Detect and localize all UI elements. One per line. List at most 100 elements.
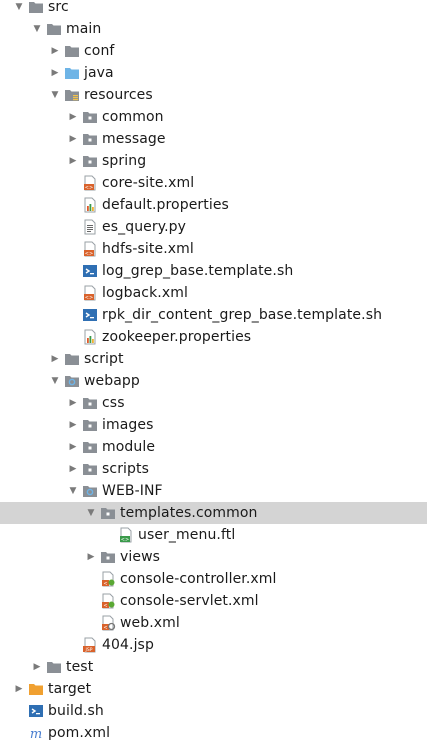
tree-item-console-servlet-xml[interactable]: < console-servlet.xml bbox=[0, 590, 427, 612]
folder-icon bbox=[64, 351, 80, 367]
tree-item-user-menu-ftl[interactable]: <> user_menu.ftl bbox=[0, 524, 427, 546]
tree-item-label: test bbox=[66, 659, 94, 675]
svg-text:<>: <> bbox=[85, 295, 93, 301]
tree-item-src[interactable]: ▼ src bbox=[0, 0, 427, 18]
expand-arrow-icon[interactable]: ▶ bbox=[48, 62, 62, 84]
spring-xml-icon: < bbox=[100, 571, 116, 587]
folder-icon bbox=[46, 659, 62, 675]
excluded-folder-icon bbox=[28, 681, 44, 697]
tree-item-label: zookeeper.properties bbox=[102, 329, 252, 345]
package-icon bbox=[82, 109, 98, 125]
tree-item-label: hdfs-site.xml bbox=[102, 241, 194, 257]
expand-arrow-icon[interactable]: ▶ bbox=[66, 128, 80, 150]
web-xml-icon: < bbox=[100, 615, 116, 631]
tree-item-conf[interactable]: ▶ conf bbox=[0, 40, 427, 62]
tree-item-build-sh[interactable]: build.sh bbox=[0, 700, 427, 722]
tree-item-log-grep-base-template-sh[interactable]: log_grep_base.template.sh bbox=[0, 260, 427, 282]
folder-icon bbox=[28, 0, 44, 15]
tree-item-pom-xml[interactable]: m pom.xml bbox=[0, 722, 427, 744]
tree-item-scripts[interactable]: ▶ scripts bbox=[0, 458, 427, 480]
tree-item-zookeeper-properties[interactable]: zookeeper.properties bbox=[0, 326, 427, 348]
source-folder-icon bbox=[64, 65, 80, 81]
collapse-arrow-icon[interactable]: ▼ bbox=[84, 502, 98, 524]
tree-item-common[interactable]: ▶ common bbox=[0, 106, 427, 128]
tree-item-target[interactable]: ▶ target bbox=[0, 678, 427, 700]
tree-item-web-inf[interactable]: ▼ WEB-INF bbox=[0, 480, 427, 502]
tree-item-404-jsp[interactable]: JSP 404.jsp bbox=[0, 634, 427, 656]
tree-item-label: target bbox=[48, 681, 92, 697]
collapse-arrow-icon[interactable]: ▼ bbox=[66, 480, 80, 502]
tree-item-images[interactable]: ▶ images bbox=[0, 414, 427, 436]
tree-item-main[interactable]: ▼ main bbox=[0, 18, 427, 40]
tree-item-script[interactable]: ▶ script bbox=[0, 348, 427, 370]
tree-item-views[interactable]: ▶ views bbox=[0, 546, 427, 568]
tree-item-test[interactable]: ▶ test bbox=[0, 656, 427, 678]
tree-item-label: console-controller.xml bbox=[120, 571, 277, 587]
svg-text:JSP: JSP bbox=[85, 647, 93, 653]
tree-item-hdfs-site-xml[interactable]: <> hdfs-site.xml bbox=[0, 238, 427, 260]
expand-arrow-icon[interactable]: ▶ bbox=[66, 392, 80, 414]
tree-item-label: rpk_dir_content_grep_base.template.sh bbox=[102, 307, 383, 323]
tree-item-label: spring bbox=[102, 153, 147, 169]
tree-item-label: pom.xml bbox=[48, 725, 111, 741]
tree-item-default-properties[interactable]: default.properties bbox=[0, 194, 427, 216]
tree-item-label: templates.common bbox=[120, 505, 258, 521]
collapse-arrow-icon[interactable]: ▼ bbox=[48, 84, 62, 106]
expand-arrow-icon[interactable]: ▶ bbox=[66, 436, 80, 458]
jsp-file-icon: JSP bbox=[82, 637, 98, 653]
tree-item-label: default.properties bbox=[102, 197, 229, 213]
svg-text:<: < bbox=[103, 603, 107, 609]
tree-item-label: logback.xml bbox=[102, 285, 188, 301]
tree-item-label: es_query.py bbox=[102, 219, 187, 235]
tree-item-label: build.sh bbox=[48, 703, 104, 719]
properties-file-icon bbox=[82, 329, 98, 345]
tree-item-label: src bbox=[48, 0, 69, 15]
tree-item-label: console-servlet.xml bbox=[120, 593, 259, 609]
expand-arrow-icon[interactable]: ▶ bbox=[12, 678, 26, 700]
package-icon bbox=[100, 505, 116, 521]
tree-item-core-site-xml[interactable]: <> core-site.xml bbox=[0, 172, 427, 194]
svg-text:<>: <> bbox=[121, 537, 129, 543]
tree-item-message[interactable]: ▶ message bbox=[0, 128, 427, 150]
tree-item-label: module bbox=[102, 439, 156, 455]
package-icon bbox=[82, 131, 98, 147]
tree-item-css[interactable]: ▶ css bbox=[0, 392, 427, 414]
expand-arrow-icon[interactable]: ▶ bbox=[30, 656, 44, 678]
collapse-arrow-icon[interactable]: ▼ bbox=[30, 18, 44, 40]
web-inf-folder-icon bbox=[82, 483, 98, 499]
folder-icon bbox=[46, 21, 62, 37]
collapse-arrow-icon[interactable]: ▼ bbox=[48, 370, 62, 392]
resources-folder-icon bbox=[64, 87, 80, 103]
tree-item-label: conf bbox=[84, 43, 115, 59]
maven-icon: m bbox=[28, 725, 44, 741]
package-icon bbox=[82, 417, 98, 433]
tree-item-rpk-dir-content-grep-base-template-sh[interactable]: rpk_dir_content_grep_base.template.sh bbox=[0, 304, 427, 326]
tree-item-label: message bbox=[102, 131, 166, 147]
tree-item-label: scripts bbox=[102, 461, 150, 477]
tree-item-spring[interactable]: ▶ spring bbox=[0, 150, 427, 172]
package-icon bbox=[82, 439, 98, 455]
expand-arrow-icon[interactable]: ▶ bbox=[66, 106, 80, 128]
expand-arrow-icon[interactable]: ▶ bbox=[66, 458, 80, 480]
tree-item-label: log_grep_base.template.sh bbox=[102, 263, 294, 279]
expand-arrow-icon[interactable]: ▶ bbox=[84, 546, 98, 568]
tree-item-label: common bbox=[102, 109, 164, 125]
expand-arrow-icon[interactable]: ▶ bbox=[48, 348, 62, 370]
expand-arrow-icon[interactable]: ▶ bbox=[48, 40, 62, 62]
tree-item-resources[interactable]: ▼ resources bbox=[0, 84, 427, 106]
tree-item-label: script bbox=[84, 351, 124, 367]
tree-item-java[interactable]: ▶ java bbox=[0, 62, 427, 84]
tree-item-web-xml[interactable]: < web.xml bbox=[0, 612, 427, 634]
tree-item-logback-xml[interactable]: <> logback.xml bbox=[0, 282, 427, 304]
web-folder-icon bbox=[64, 373, 80, 389]
tree-item-es-query-py[interactable]: es_query.py bbox=[0, 216, 427, 238]
tree-item-module[interactable]: ▶ module bbox=[0, 436, 427, 458]
expand-arrow-icon[interactable]: ▶ bbox=[66, 414, 80, 436]
svg-text:<: < bbox=[103, 581, 107, 587]
tree-item-console-controller-xml[interactable]: < console-controller.xml bbox=[0, 568, 427, 590]
expand-arrow-icon[interactable]: ▶ bbox=[66, 150, 80, 172]
collapse-arrow-icon[interactable]: ▼ bbox=[12, 0, 26, 18]
xml-file-icon: <> bbox=[82, 175, 98, 191]
tree-item-templates-common[interactable]: ▼ templates.common bbox=[0, 502, 427, 524]
tree-item-webapp[interactable]: ▼ webapp bbox=[0, 370, 427, 392]
